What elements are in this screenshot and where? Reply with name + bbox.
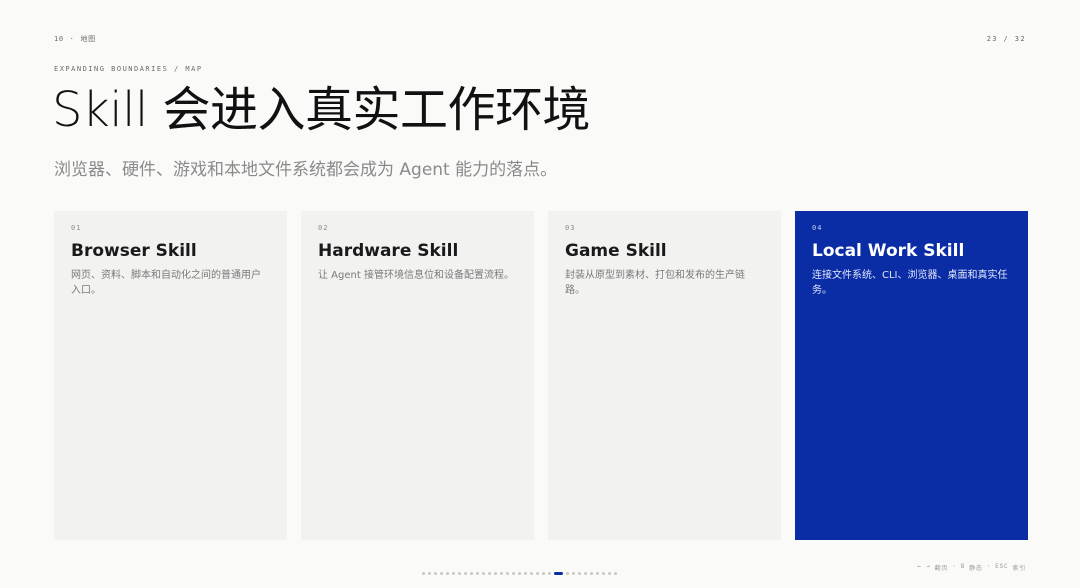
page-counter: 23 / 32 bbox=[986, 35, 1026, 43]
hint-separator: · bbox=[952, 563, 957, 570]
pagination-dot[interactable] bbox=[602, 572, 605, 575]
pagination-dots bbox=[422, 572, 617, 575]
skill-card-hardware[interactable]: 02 Hardware Skill 让 Agent 接管环境信息位和设备配置流程… bbox=[301, 211, 534, 540]
pagination-dot[interactable] bbox=[512, 572, 515, 575]
pagination-dot[interactable] bbox=[494, 572, 497, 575]
card-description: 封装从原型到素材、打包和发布的生产链路。 bbox=[565, 270, 745, 296]
pagination-dot[interactable] bbox=[572, 572, 575, 575]
pagination-dot[interactable] bbox=[608, 572, 611, 575]
pagination-dot[interactable] bbox=[530, 572, 533, 575]
card-title: Hardware Skill bbox=[318, 241, 459, 261]
pagination-dot-active[interactable] bbox=[554, 572, 563, 575]
pagination-dot[interactable] bbox=[434, 572, 437, 575]
card-title: Browser Skill bbox=[71, 241, 197, 261]
page-title: Skill 会进入真实工作环境 bbox=[52, 82, 591, 138]
pagination-dot[interactable] bbox=[470, 572, 473, 575]
arrow-keys-hint: ← → bbox=[917, 563, 931, 570]
pagination-dot[interactable] bbox=[542, 572, 545, 575]
card-number: 02 bbox=[318, 224, 329, 232]
top-bar: 10 · 地图 23 / 32 bbox=[54, 33, 1026, 45]
hint-separator: · bbox=[986, 563, 992, 570]
pagination-dot[interactable] bbox=[464, 572, 467, 575]
skill-card-browser[interactable]: 01 Browser Skill 网页、资料、脚本和自动化之间的普通用户入口。 bbox=[54, 211, 287, 540]
pagination-dot[interactable] bbox=[482, 572, 485, 575]
breadcrumb-separator: · bbox=[69, 35, 75, 43]
pagination-dot[interactable] bbox=[500, 572, 503, 575]
skill-card-game[interactable]: 03 Game Skill 封装从原型到素材、打包和发布的生产链路。 bbox=[548, 211, 781, 540]
kicker-label: EXPANDING BOUNDARIES / MAP bbox=[54, 65, 203, 73]
card-number: 04 bbox=[812, 224, 823, 232]
arrow-keys-label: 翻页 bbox=[934, 565, 949, 572]
card-title: Local Work Skill bbox=[812, 241, 965, 261]
card-description: 连接文件系统、CLI、浏览器、桌面和真实任务。 bbox=[812, 270, 1008, 296]
pagination-dot[interactable] bbox=[518, 572, 521, 575]
pagination-dot[interactable] bbox=[440, 572, 443, 575]
keyboard-hints: ← → 翻页 · B 静态 · ESC 索引 bbox=[917, 563, 1026, 572]
pagination-dot[interactable] bbox=[428, 572, 431, 575]
pagination-dot[interactable] bbox=[584, 572, 587, 575]
pagination-dot[interactable] bbox=[548, 572, 551, 575]
pagination-dot[interactable] bbox=[488, 572, 491, 575]
skill-card-local-work[interactable]: 04 Local Work Skill 连接文件系统、CLI、浏览器、桌面和真实… bbox=[795, 211, 1028, 540]
pagination-dot[interactable] bbox=[506, 572, 509, 575]
card-description: 网页、资料、脚本和自动化之间的普通用户入口。 bbox=[71, 270, 261, 296]
b-key-hint: B bbox=[960, 563, 966, 570]
card-title: Game Skill bbox=[565, 241, 667, 261]
pagination-dot[interactable] bbox=[458, 572, 461, 575]
pagination-dot[interactable] bbox=[476, 572, 479, 575]
breadcrumb: 10 · 地图 bbox=[54, 34, 96, 44]
pagination-dot[interactable] bbox=[446, 572, 449, 575]
pagination-dot[interactable] bbox=[524, 572, 527, 575]
pagination-dot[interactable] bbox=[590, 572, 593, 575]
b-key-label: 静态 bbox=[969, 565, 983, 572]
pagination-dot[interactable] bbox=[422, 572, 425, 575]
skill-card-grid: 01 Browser Skill 网页、资料、脚本和自动化之间的普通用户入口。 … bbox=[54, 211, 1028, 540]
slide-page: 10 · 地图 23 / 32 EXPANDING BOUNDARIES / M… bbox=[0, 0, 1080, 588]
pagination-dot[interactable] bbox=[452, 572, 455, 575]
page-subtitle: 浏览器、硬件、游戏和本地文件系统都会成为 Agent 能力的落点。 bbox=[54, 160, 558, 180]
pagination-dot[interactable] bbox=[614, 572, 617, 575]
card-description: 让 Agent 接管环境信息位和设备配置流程。 bbox=[318, 270, 514, 281]
esc-key-label: 索引 bbox=[1012, 565, 1026, 572]
pagination-dot[interactable] bbox=[566, 572, 569, 575]
pagination-dot[interactable] bbox=[578, 572, 581, 575]
esc-key-hint: ESC bbox=[995, 563, 1009, 570]
card-number: 03 bbox=[565, 224, 576, 232]
pagination-dot[interactable] bbox=[596, 572, 599, 575]
card-number: 01 bbox=[71, 224, 82, 232]
section-name: 地图 bbox=[80, 35, 96, 43]
section-number: 10 bbox=[54, 35, 64, 43]
pagination-dot[interactable] bbox=[536, 572, 539, 575]
